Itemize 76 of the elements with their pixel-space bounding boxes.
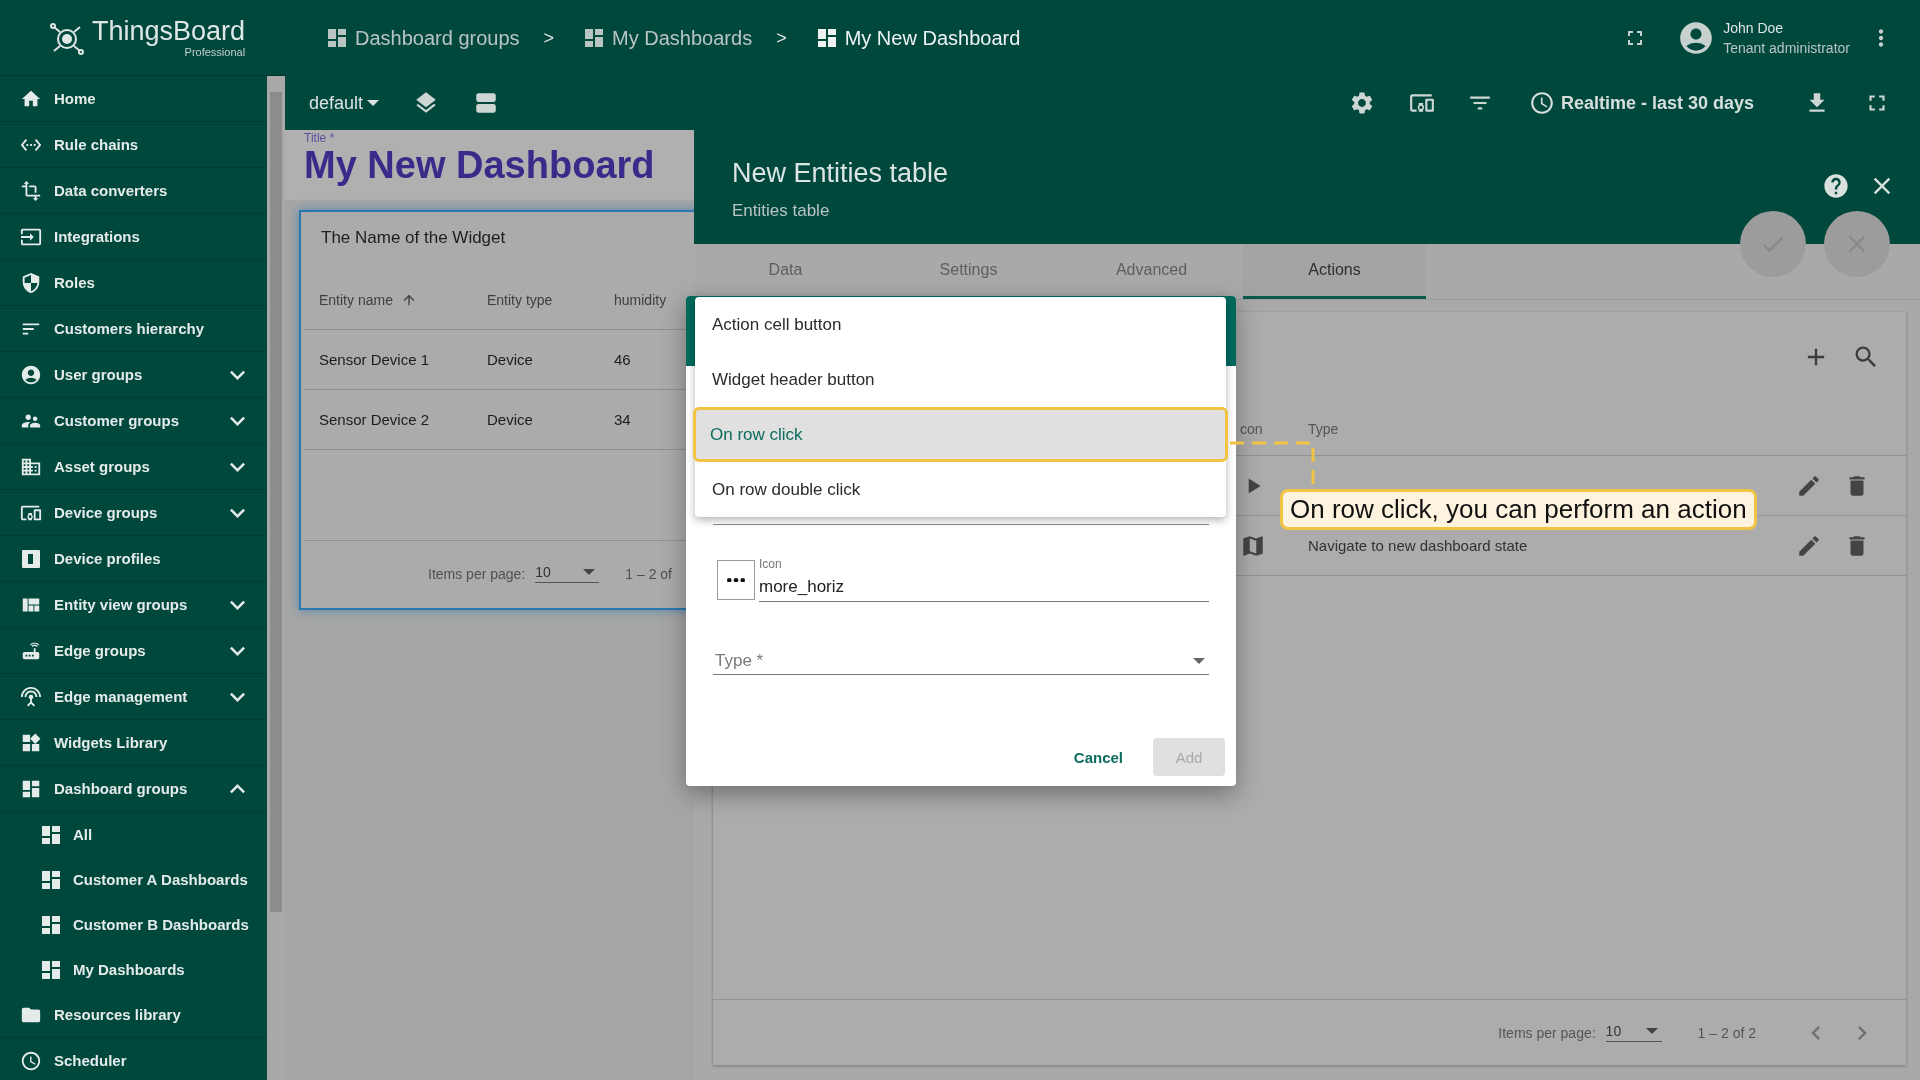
scrollbar[interactable] [267,76,285,1080]
user-role: Tenant administrator [1723,40,1850,56]
menu-option[interactable]: On row double click [695,462,1226,517]
table-cell: Sensor Device 2 [303,390,471,450]
nav-subitem[interactable]: Customer A Dashboards [0,857,267,902]
column-header[interactable]: Entity name [303,270,471,330]
logo-edition: Professional [184,45,246,58]
shield-icon [20,271,42,294]
nav-item[interactable]: Integrations [0,214,267,260]
items-per-page-label: Items per page: [428,565,526,582]
clock-icon [1528,90,1555,116]
type-select[interactable]: Type * [713,650,1189,672]
user-name: John Doe [1723,20,1785,36]
nav-item[interactable]: Edge groups [0,628,267,674]
page-size-select[interactable]: 10 [1605,1023,1662,1042]
badge-icon [20,547,42,570]
nav-subitem[interactable]: My Dashboards [0,947,267,992]
nav-subitem[interactable]: All [0,812,267,857]
table-cell: Device [471,330,598,390]
logo-name: ThingsBoard [92,17,246,45]
dashboard-icon [325,26,349,50]
crop-icon [20,179,42,202]
column-header[interactable]: Entity type [471,270,598,330]
state-select[interactable]: default [309,92,384,114]
antenna-icon [20,685,42,708]
breadcrumb[interactable]: Dashboard groups [325,26,520,50]
caret-icon [583,569,596,575]
page-range: 1 – 2 of 2 [1697,1024,1756,1041]
page-range: 1 – 2 of [625,565,672,582]
nav-item[interactable]: Resources library [0,992,267,1038]
widget-title: The Name of the Widget [320,227,507,249]
field-label: Icon [759,557,783,571]
items-per-page-label: Items per page: [1498,1024,1596,1041]
page-size-select[interactable]: 10 [535,564,600,583]
menu-option[interactable]: Action cell button [695,297,1226,352]
column-header: Type [1308,420,1339,437]
widgets-icon [20,731,42,754]
menu-option[interactable]: Widget header button [695,352,1226,407]
menu-option[interactable]: On row click [693,407,1228,462]
nav-item[interactable]: Home [0,76,267,122]
nav-item[interactable]: User groups [0,352,267,398]
nav-item[interactable]: Widgets Library [0,720,267,766]
caret-icon [367,100,380,106]
breadcrumb[interactable]: My Dashboards [582,26,753,50]
panel-subtitle: Entities table [732,201,831,221]
nav-item[interactable]: Device groups [0,490,267,536]
nav-subitem[interactable]: Customer B Dashboards [0,902,267,947]
help-icon[interactable] [1822,172,1850,200]
icon-picker-button[interactable] [717,560,755,600]
nav-item[interactable]: Device profiles [0,536,267,582]
caret-icon [1193,658,1205,664]
breadcrumb-separator: > [543,27,555,49]
breadcrumb-separator: > [776,27,787,49]
nav-item[interactable]: Entity view groups [0,582,267,628]
dashboard-title[interactable]: My New Dashboard [304,145,694,187]
breadcrumb[interactable]: My New Dashboard [814,26,1021,50]
nav-item[interactable]: Dashboard groups [0,766,267,812]
column-header: con [1240,420,1263,437]
table-cell: Navigate to new dashboard state [1308,537,1528,554]
tab[interactable]: Actions [1243,244,1426,299]
caret-icon [1645,1028,1658,1034]
nav-item[interactable]: Roles [0,260,267,306]
table-cell: Sensor Device 1 [303,330,471,390]
more-icon [727,577,745,583]
icon-field[interactable]: more_horiz [759,571,1209,602]
person-icon [20,363,42,386]
table-cell: Device [471,390,598,450]
cancel-button[interactable]: Cancel [1061,738,1135,776]
callout: On row click, you can perform an action [1280,489,1757,530]
nav-item[interactable]: Customer groups [0,398,267,444]
nav-item[interactable]: Edge management [0,674,267,720]
timewindow-button[interactable]: Realtime - last 30 days [1528,90,1754,116]
panel-title: New Entities table [732,158,950,189]
nav-item[interactable]: Asset groups [0,444,267,490]
title-label: Title * [304,131,336,145]
clock-icon [20,1049,42,1072]
